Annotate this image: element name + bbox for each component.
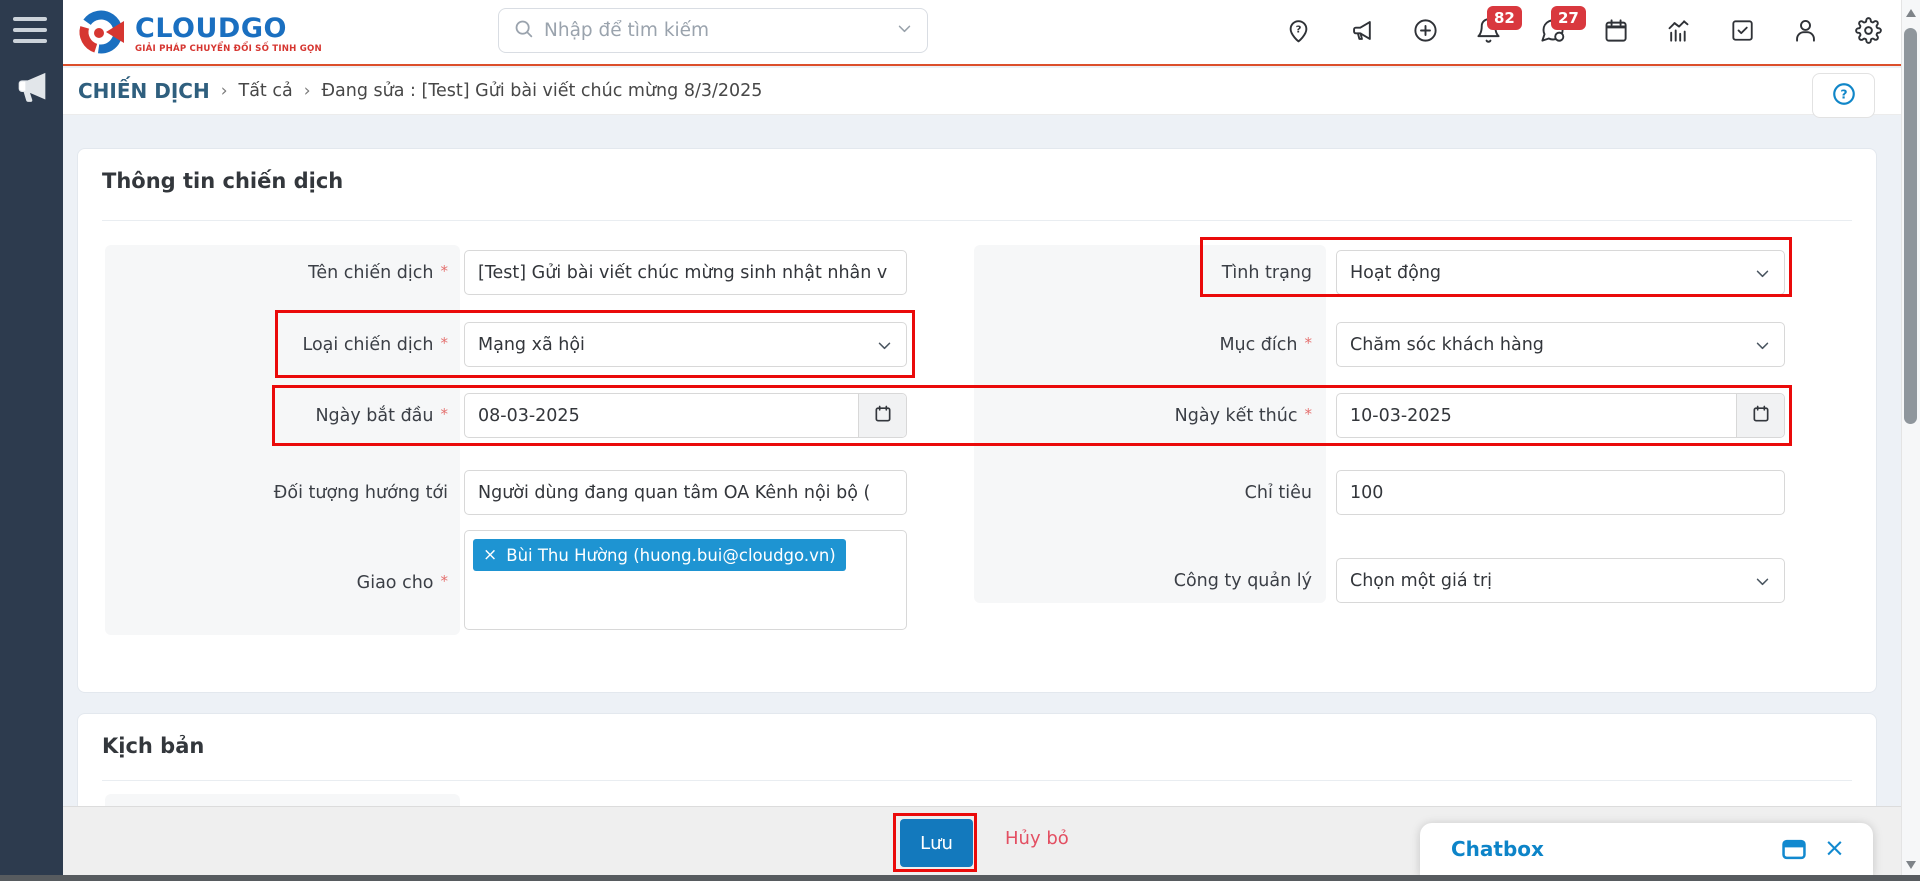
tasks-button[interactable] — [1725, 15, 1759, 49]
cancel-button[interactable]: Hủy bỏ — [1005, 828, 1069, 849]
target-quota-input[interactable] — [1337, 471, 1784, 514]
megaphone-outline-icon — [1349, 17, 1376, 48]
announcements-button[interactable] — [1345, 15, 1379, 49]
assigned-user-tag: × Bùi Thu Hường (huong.bui@cloudgo.vn) — [473, 539, 846, 571]
field-label-muc-dich: Mục đích * — [1219, 333, 1312, 355]
save-button[interactable]: Lưu — [900, 819, 973, 867]
campaign-info-title: Thông tin chiến dịch — [102, 169, 344, 193]
end-date-input[interactable] — [1337, 394, 1736, 437]
field-label-tinh-trang: Tình trạng — [1221, 262, 1312, 283]
hamburger-menu-icon[interactable] — [13, 17, 49, 49]
field-label-ngay-bat-dau: Ngày bắt đầu * — [315, 404, 448, 426]
field-label-ten-chien-dich: Tên chiến dịch * — [308, 261, 448, 283]
divider — [102, 780, 1852, 781]
script-title: Kịch bản — [102, 734, 205, 758]
calendar-button[interactable] — [1598, 15, 1632, 49]
notification-count-badge: 82 — [1487, 6, 1522, 30]
quick-create-button[interactable] — [1408, 15, 1442, 49]
calendar-icon — [1602, 17, 1629, 48]
scrollbar-up-arrow[interactable] — [1906, 9, 1916, 17]
calendar-icon — [1751, 404, 1771, 428]
start-date-field — [464, 393, 907, 438]
chatbox-title: Chatbox — [1451, 837, 1544, 861]
chevron-down-icon — [876, 337, 893, 359]
chevron-down-icon — [1754, 265, 1771, 287]
breadcrumb-separator: › — [220, 81, 228, 101]
svg-text:?: ? — [1840, 86, 1847, 101]
gear-icon — [1854, 16, 1882, 48]
checkin-button[interactable]: ? — [1281, 15, 1315, 49]
sidebar-item-campaigns[interactable] — [9, 66, 55, 112]
profile-button[interactable] — [1788, 15, 1822, 49]
megaphone-icon — [12, 67, 52, 111]
target-audience-field — [464, 470, 907, 515]
user-icon — [1792, 17, 1819, 48]
global-search — [498, 8, 928, 53]
reports-button[interactable] — [1661, 15, 1695, 49]
header: CLOUDGO GIẢI PHÁP CHUYỂN ĐỔI SỐ TINH GỌN — [63, 0, 1901, 66]
settings-button[interactable] — [1851, 15, 1885, 49]
breadcrumb-module[interactable]: CHIẾN DỊCH — [78, 79, 210, 103]
end-date-picker-button[interactable] — [1736, 394, 1784, 437]
breadcrumb-current: Đang sửa : [Test] Gửi bài viết chúc mừng… — [321, 81, 763, 101]
field-label-doi-tuong: Đối tượng hướng tới — [273, 482, 448, 503]
brand-tagline: GIẢI PHÁP CHUYỂN ĐỔI SỐ TINH GỌN — [135, 43, 322, 54]
tasks-checkbox-icon — [1729, 17, 1755, 47]
target-quota-field — [1336, 470, 1785, 515]
brand-logo[interactable]: CLOUDGO GIẢI PHÁP CHUYỂN ĐỔI SỐ TINH GỌN — [75, 6, 322, 62]
start-date-input[interactable] — [465, 394, 858, 437]
scrollbar-thumb[interactable] — [1904, 28, 1917, 424]
bottom-edge-strip — [0, 875, 1920, 881]
sidebar — [0, 0, 63, 881]
search-dropdown-chevron-icon[interactable] — [896, 20, 913, 41]
campaign-info-card: Thông tin chiến dịch Tên chiến dịch * Loạ… — [77, 148, 1877, 693]
plus-circle-icon — [1412, 17, 1439, 48]
vertical-scrollbar — [1901, 0, 1920, 881]
app-root: CLOUDGO GIẢI PHÁP CHUYỂN ĐỔI SỐ TINH GỌN — [0, 0, 1920, 881]
purpose-select[interactable]: Chăm sóc khách hàng — [1336, 322, 1785, 367]
field-label-loai-chien-dich: Loại chiến dịch * — [302, 333, 448, 355]
field-label-ngay-ket-thuc: Ngày kết thúc * — [1174, 404, 1312, 426]
message-count-badge: 27 — [1551, 6, 1586, 30]
assigned-user-label: Bùi Thu Hường (huong.bui@cloudgo.vn) — [506, 545, 836, 565]
svg-text:?: ? — [1295, 24, 1301, 35]
campaign-name-input[interactable] — [465, 251, 906, 294]
chatbox-expand-icon[interactable] — [1781, 838, 1807, 865]
location-pin-icon: ? — [1285, 17, 1312, 48]
end-date-field — [1336, 393, 1785, 438]
stats-icon — [1665, 17, 1692, 48]
status-select[interactable]: Hoạt động — [1336, 250, 1785, 295]
managing-company-select[interactable]: Chọn một giá trị — [1336, 558, 1785, 603]
divider — [102, 220, 1852, 221]
chatbox-close-icon[interactable]: × — [1824, 833, 1845, 863]
brand-name: CLOUDGO — [135, 12, 287, 44]
target-audience-input[interactable] — [465, 471, 906, 514]
help-button[interactable]: ? — [1812, 73, 1875, 118]
scrollbar-down-arrow[interactable] — [1906, 861, 1916, 869]
remove-tag-icon[interactable]: × — [483, 545, 497, 565]
assigned-to-field[interactable]: × Bùi Thu Hường (huong.bui@cloudgo.vn) — [464, 530, 907, 630]
search-input[interactable] — [544, 20, 886, 41]
help-circle-icon: ? — [1831, 81, 1857, 111]
chevron-down-icon — [1754, 573, 1771, 595]
chevron-down-icon — [1754, 337, 1771, 359]
cloudgo-logo-icon — [75, 6, 127, 62]
campaign-type-select[interactable]: Mạng xã hội — [464, 322, 907, 367]
chatbox-panel[interactable]: Chatbox × — [1420, 823, 1873, 876]
calendar-icon — [873, 404, 893, 428]
field-label-cong-ty: Công ty quản lý — [1173, 570, 1312, 591]
campaign-name-field — [464, 250, 907, 295]
start-date-picker-button[interactable] — [858, 394, 906, 437]
breadcrumb-section[interactable]: Tất cả — [239, 81, 293, 101]
breadcrumb: CHIẾN DỊCH › Tất cả › Đang sửa : [Test] … — [63, 68, 1901, 118]
breadcrumb-separator: › — [303, 81, 311, 101]
field-label-giao-cho: Giao cho * — [356, 571, 448, 593]
field-label-chi-tieu: Chỉ tiêu — [1244, 482, 1312, 503]
search-icon — [513, 18, 534, 43]
